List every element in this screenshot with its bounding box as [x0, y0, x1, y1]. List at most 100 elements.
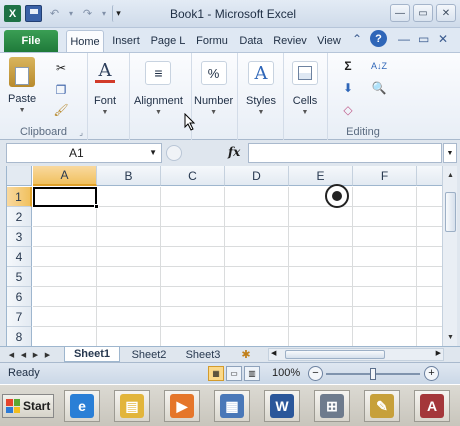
- cell-b4[interactable]: [97, 247, 161, 267]
- doc-minimize-button[interactable]: —: [398, 32, 410, 46]
- cell-b3[interactable]: [97, 227, 161, 247]
- cell-e6[interactable]: [289, 287, 353, 307]
- number-button[interactable]: % Number ▼: [194, 61, 233, 116]
- taskbar-media-player[interactable]: ▶: [164, 390, 200, 422]
- cell-b8[interactable]: [97, 327, 161, 346]
- format-painter-icon[interactable]: 🖌: [52, 101, 70, 119]
- cell-c1[interactable]: [161, 187, 225, 207]
- cell-c5[interactable]: [161, 267, 225, 287]
- cell-e5[interactable]: [289, 267, 353, 287]
- column-header-f[interactable]: F: [353, 166, 417, 186]
- cell-g4[interactable]: [417, 247, 442, 267]
- name-box-dropdown-icon[interactable]: ▼: [149, 148, 157, 157]
- minimize-button[interactable]: —: [390, 4, 410, 22]
- taskbar-internet-explorer[interactable]: e: [64, 390, 100, 422]
- cell-d8[interactable]: [225, 327, 289, 346]
- start-button[interactable]: Start: [2, 394, 54, 418]
- cell-a8[interactable]: [33, 327, 97, 346]
- cell-a7[interactable]: [33, 307, 97, 327]
- cell-a5[interactable]: [33, 267, 97, 287]
- row-header-3[interactable]: 3: [7, 227, 32, 247]
- zoom-in-button[interactable]: +: [424, 366, 439, 381]
- cell-g7[interactable]: [417, 307, 442, 327]
- sort-filter-icon[interactable]: A↓Z: [366, 57, 392, 75]
- row-header-7[interactable]: 7: [7, 307, 32, 327]
- select-all-button[interactable]: [7, 166, 32, 186]
- cells-button[interactable]: Cells ▼: [292, 61, 318, 116]
- last-sheet-icon[interactable]: ▶: [42, 348, 53, 361]
- zoom-slider-thumb[interactable]: [370, 368, 376, 380]
- cell-d6[interactable]: [225, 287, 289, 307]
- autosum-icon[interactable]: Σ: [336, 57, 360, 75]
- cell-f6[interactable]: [353, 287, 417, 307]
- cell-f4[interactable]: [353, 247, 417, 267]
- cell-a2[interactable]: [33, 207, 97, 227]
- cell-d3[interactable]: [225, 227, 289, 247]
- taskbar-word[interactable]: W: [264, 390, 300, 422]
- cell-f8[interactable]: [353, 327, 417, 346]
- column-header-a[interactable]: A: [33, 166, 97, 186]
- cell-b2[interactable]: [97, 207, 161, 227]
- cell-a3[interactable]: [33, 227, 97, 247]
- cell-b5[interactable]: [97, 267, 161, 287]
- tab-view[interactable]: View: [314, 30, 344, 52]
- undo-icon[interactable]: ↶: [46, 5, 63, 22]
- tab-review[interactable]: Reviev: [270, 30, 310, 52]
- paste-dropdown-icon[interactable]: ▼: [19, 107, 26, 114]
- row-header-8[interactable]: 8: [7, 327, 32, 346]
- cell-c4[interactable]: [161, 247, 225, 267]
- name-box[interactable]: A1 ▼: [6, 143, 162, 163]
- cell-f3[interactable]: [353, 227, 417, 247]
- worksheet-grid[interactable]: A B C D E F 1 2 3 4 5 6 7 8: [6, 166, 442, 346]
- page-layout-view-icon[interactable]: ▭: [226, 366, 242, 381]
- cell-b1[interactable]: [97, 187, 161, 207]
- minimize-ribbon-icon[interactable]: ⌃: [352, 32, 362, 46]
- expand-formula-bar-icon[interactable]: ▼: [443, 143, 457, 163]
- horizontal-scroll-thumb[interactable]: [285, 350, 385, 359]
- fill-icon[interactable]: ⬇: [336, 79, 360, 97]
- cell-d4[interactable]: [225, 247, 289, 267]
- next-sheet-icon[interactable]: ▶: [30, 348, 41, 361]
- clipboard-launcher-icon[interactable]: ⌟: [79, 128, 83, 137]
- copy-icon[interactable]: ❐: [52, 81, 70, 99]
- tab-page-layout[interactable]: Page L: [148, 30, 188, 52]
- customize-qat-icon[interactable]: ▾: [112, 5, 124, 22]
- doc-close-button[interactable]: ✕: [438, 32, 448, 46]
- font-button[interactable]: A Font ▼: [94, 60, 116, 116]
- close-button[interactable]: ✕: [436, 4, 456, 22]
- cell-e7[interactable]: [289, 307, 353, 327]
- cell-a6[interactable]: [33, 287, 97, 307]
- cell-c7[interactable]: [161, 307, 225, 327]
- cell-e4[interactable]: [289, 247, 353, 267]
- cell-c6[interactable]: [161, 287, 225, 307]
- scroll-left-icon[interactable]: ◀: [271, 349, 276, 357]
- help-icon[interactable]: ?: [370, 30, 387, 47]
- cell-e2[interactable]: [289, 207, 353, 227]
- redo-icon[interactable]: ↷: [79, 5, 96, 22]
- sheet-tab-sheet2[interactable]: Sheet2: [124, 347, 174, 362]
- taskbar-windows-explorer[interactable]: ▤: [114, 390, 150, 422]
- prev-sheet-icon[interactable]: ◀: [18, 348, 29, 361]
- scroll-up-icon[interactable]: ▲: [445, 168, 456, 182]
- formula-bar-grip-icon[interactable]: [166, 145, 182, 161]
- tab-file[interactable]: File: [4, 30, 58, 52]
- horizontal-scrollbar[interactable]: ◀ ▶: [268, 348, 444, 361]
- cut-icon[interactable]: ✂: [52, 59, 70, 77]
- taskbar-access[interactable]: A: [414, 390, 450, 422]
- first-sheet-icon[interactable]: ◀: [6, 348, 17, 361]
- tab-data[interactable]: Data: [236, 30, 266, 52]
- cell-g3[interactable]: [417, 227, 442, 247]
- cell-f5[interactable]: [353, 267, 417, 287]
- column-header-d[interactable]: D: [225, 166, 289, 186]
- cell-g1[interactable]: [417, 187, 442, 207]
- cell-g2[interactable]: [417, 207, 442, 227]
- taskbar-network[interactable]: ▦: [214, 390, 250, 422]
- cell-g6[interactable]: [417, 287, 442, 307]
- restore-button[interactable]: ▭: [413, 4, 433, 22]
- cell-d2[interactable]: [225, 207, 289, 227]
- column-header-b[interactable]: B: [97, 166, 161, 186]
- clear-icon[interactable]: ◇: [336, 101, 360, 119]
- doc-restore-button[interactable]: ▭: [418, 32, 429, 46]
- redo-dropdown-icon[interactable]: ▾: [100, 5, 108, 22]
- cell-a4[interactable]: [33, 247, 97, 267]
